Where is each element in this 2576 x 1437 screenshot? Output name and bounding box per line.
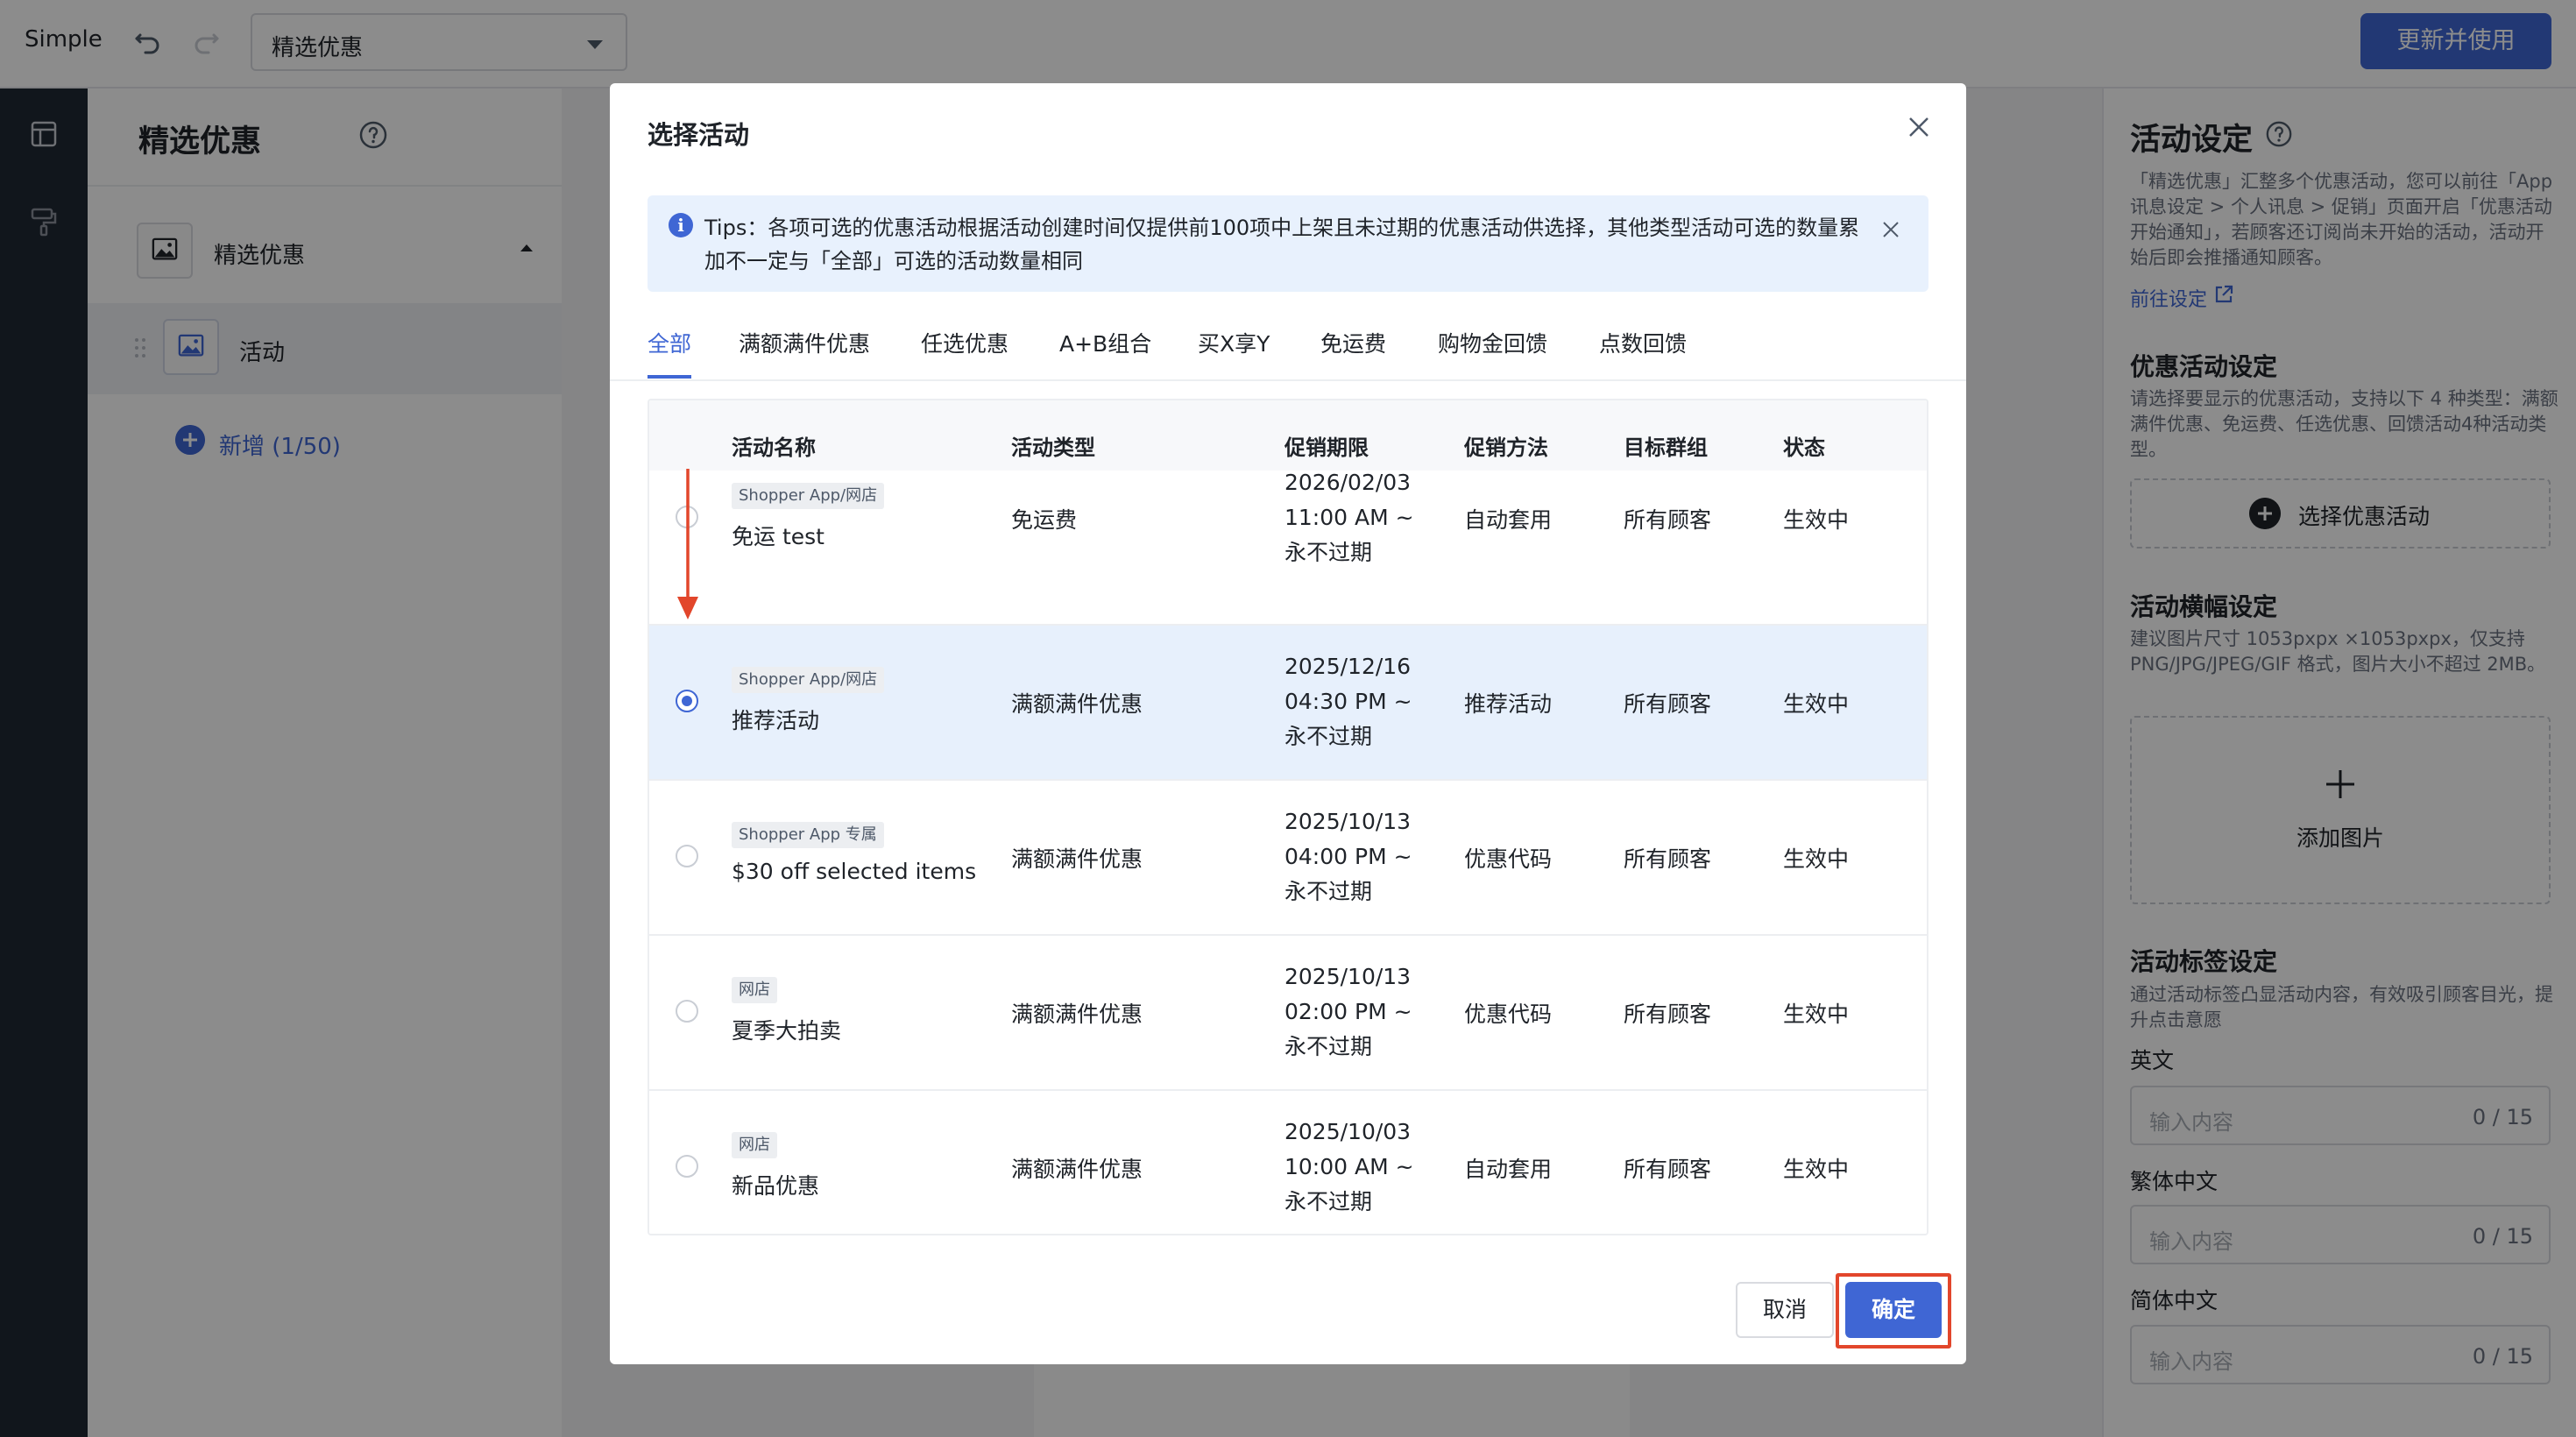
period-time: 04:00 PM ~	[1284, 844, 1412, 869]
row-radio[interactable]	[676, 845, 698, 867]
tab-spend-discount[interactable]: 满额满件优惠	[739, 327, 870, 358]
tips-banner: i Tips：各项可选的优惠活动根据活动创建时间仅提供前100项中上架且未过期的…	[648, 195, 1928, 292]
activity-name: 夏季大拍卖	[732, 1018, 842, 1044]
period-date: 2025/12/16	[1284, 654, 1412, 679]
channel-badge: Shopper App/网店	[732, 483, 885, 509]
promo-method: 优惠代码	[1464, 1002, 1553, 1027]
modal-title: 选择活动	[648, 120, 750, 150]
tips-text: Tips：各项可选的优惠活动根据活动创建时间仅提供前100项中上架且未过期的优惠…	[704, 216, 1860, 273]
tab-free-shipping[interactable]: 免运费	[1320, 327, 1386, 358]
activity-name: 免运 test	[732, 524, 824, 549]
promo-period: 2025/10/13 04:00 PM ~ 永不过期	[1284, 804, 1442, 910]
row-radio[interactable]	[676, 1000, 698, 1023]
activity-name: 新品优惠	[732, 1173, 820, 1199]
tab-buy-x-get-y[interactable]: 买X享Y	[1198, 327, 1270, 358]
status: 生效中	[1783, 1157, 1850, 1182]
period-date: 2026/02/03	[1284, 470, 1412, 495]
tab-credit-reward[interactable]: 购物金回馈	[1438, 327, 1547, 358]
promo-period: 2025/10/13 02:00 PM ~ 永不过期	[1284, 959, 1442, 1065]
status: 生效中	[1783, 846, 1850, 872]
promo-method: 自动套用	[1464, 507, 1553, 533]
activity-type: 满额满件优惠	[1011, 846, 1143, 872]
promo-method: 自动套用	[1464, 1157, 1553, 1182]
activity-type-tabs: 全部 满额满件优惠 任选优惠 A+B组合 买X享Y 免运费 购物金回馈 点数回馈	[648, 320, 1928, 379]
col-target-group: 目标群组	[1624, 435, 1708, 460]
tab-pick-any[interactable]: 任选优惠	[921, 327, 1008, 358]
activity-name: $30 off selected items	[732, 859, 977, 884]
period-time: 10:00 AM ~	[1284, 1154, 1414, 1179]
col-promo-method: 促销方法	[1464, 435, 1548, 460]
period-date: 2025/10/13	[1284, 964, 1412, 989]
channel-badge: 网店	[732, 977, 777, 1003]
info-icon: i	[669, 213, 693, 237]
period-date: 2025/10/13	[1284, 809, 1412, 834]
row-radio[interactable]	[676, 1155, 698, 1178]
tab-points-reward[interactable]: 点数回馈	[1599, 327, 1687, 358]
table-row[interactable]: Shopper App/网店 免运 test 免运费 2026/02/03 11…	[649, 470, 1927, 626]
tab-a-plus-b[interactable]: A+B组合	[1059, 327, 1151, 358]
period-end: 永不过期	[1284, 879, 1373, 904]
target-group: 所有顾客	[1624, 1002, 1712, 1027]
activity-type: 满额满件优惠	[1011, 1002, 1143, 1027]
col-activity-name: 活动名称	[732, 435, 816, 460]
promo-period: 2025/10/03 10:00 AM ~ 永不过期	[1284, 1115, 1442, 1220]
annotation-highlight-box	[1836, 1273, 1951, 1349]
period-end: 永不过期	[1284, 1034, 1373, 1059]
activity-name: 推荐活动	[732, 708, 820, 733]
target-group: 所有顾客	[1624, 846, 1712, 872]
target-group: 所有顾客	[1624, 691, 1712, 717]
channel-badge: Shopper App/网店	[732, 667, 885, 693]
status: 生效中	[1783, 691, 1850, 717]
channel-badge: 网店	[732, 1132, 777, 1158]
activity-type: 免运费	[1011, 507, 1078, 533]
tab-all[interactable]: 全部	[648, 327, 691, 358]
channel-badge: Shopper App 专属	[732, 822, 884, 848]
activity-type: 满额满件优惠	[1011, 1157, 1143, 1182]
period-date: 2025/10/03	[1284, 1119, 1412, 1144]
table-row[interactable]: Shopper App 专属 $30 off selected items 满额…	[649, 781, 1927, 936]
promo-period: 2025/12/16 04:30 PM ~ 永不过期	[1284, 649, 1442, 754]
row-radio-selected[interactable]	[676, 690, 698, 712]
target-group: 所有顾客	[1624, 1157, 1712, 1182]
period-end: 永不过期	[1284, 1189, 1373, 1214]
promo-method: 推荐活动	[1464, 691, 1553, 717]
annotation-arrow-icon	[677, 469, 698, 619]
promo-period: 2026/02/03 11:00 AM ~ 永不过期	[1284, 465, 1442, 570]
table-row[interactable]: 网店 夏季大拍卖 满额满件优惠 2025/10/13 02:00 PM ~ 永不…	[649, 936, 1927, 1091]
period-time: 02:00 PM ~	[1284, 999, 1412, 1024]
active-tab-indicator	[648, 375, 691, 379]
tabs-divider	[610, 379, 1966, 381]
activity-type: 满额满件优惠	[1011, 691, 1143, 717]
cancel-button[interactable]: 取消	[1736, 1282, 1834, 1338]
period-time: 04:30 PM ~	[1284, 689, 1412, 714]
period-end: 永不过期	[1284, 540, 1373, 565]
col-promo-period: 促销期限	[1284, 435, 1369, 460]
table-row[interactable]: 网店 新品优惠 满额满件优惠 2025/10/03 10:00 AM ~ 永不过…	[649, 1091, 1927, 1234]
period-end: 永不过期	[1284, 724, 1373, 749]
select-activity-modal: 选择活动 i Tips：各项可选的优惠活动根据活动创建时间仅提供前100项中上架…	[610, 83, 1966, 1364]
table-row-selected[interactable]: Shopper App/网店 推荐活动 满额满件优惠 2025/12/16 04…	[649, 626, 1927, 781]
period-time: 11:00 AM ~	[1284, 505, 1414, 530]
target-group: 所有顾客	[1624, 507, 1712, 533]
close-icon[interactable]	[1905, 113, 1933, 141]
status: 生效中	[1783, 507, 1850, 533]
col-status: 状态	[1783, 435, 1825, 460]
col-activity-type: 活动类型	[1011, 435, 1095, 460]
promo-method: 优惠代码	[1464, 846, 1553, 872]
status: 生效中	[1783, 1002, 1850, 1027]
activity-table: 活动名称 活动类型 促销期限 促销方法 目标群组 状态 Shopper App/…	[648, 399, 1928, 1235]
close-icon[interactable]	[1881, 220, 1900, 239]
